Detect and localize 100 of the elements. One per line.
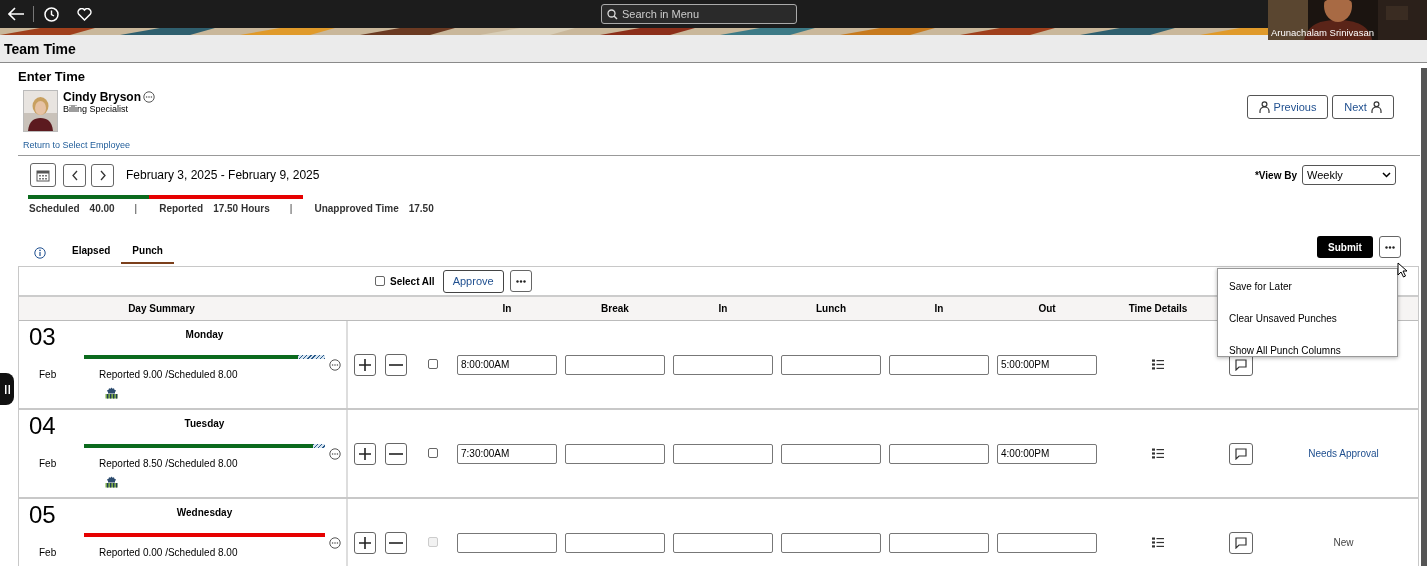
menu-item[interactable]: Clear Unsaved Punches <box>1218 307 1397 329</box>
weekday-label: Monday <box>184 329 225 340</box>
total-label: Reported <box>159 203 204 214</box>
column-header: Break <box>601 303 629 314</box>
month-label: Feb <box>39 458 57 469</box>
column-header: In <box>502 303 512 314</box>
checkbox[interactable] <box>428 358 438 369</box>
calendar-button[interactable] <box>30 163 56 187</box>
time-field[interactable] <box>781 354 881 375</box>
column-header: Time Details <box>1128 303 1188 314</box>
total-label: Scheduled <box>29 203 80 214</box>
page-title: Team Time <box>4 40 76 57</box>
month-label: Feb <box>39 547 57 558</box>
time-field[interactable] <box>565 443 665 464</box>
more-button[interactable] <box>509 270 532 292</box>
calendar-icon <box>36 168 50 182</box>
day-number: 04 <box>29 412 56 440</box>
time-field[interactable] <box>889 354 989 375</box>
time-field[interactable]: 5:00:00PM <box>997 354 1097 375</box>
remove-button[interactable] <box>385 442 407 465</box>
day-number: 03 <box>29 323 56 351</box>
more-icon[interactable] <box>329 358 341 371</box>
plus-icon <box>358 535 372 550</box>
speech-bubble-icon <box>1235 358 1247 371</box>
checkbox[interactable] <box>375 276 385 286</box>
list-icon[interactable] <box>1152 359 1164 370</box>
speech-bubble-icon <box>1235 536 1247 549</box>
search-icon <box>607 9 618 20</box>
hours-summary: Reported 9.00 /Scheduled 8.00 <box>99 369 239 380</box>
tab[interactable]: Elapsed <box>61 241 122 264</box>
scrollbar[interactable] <box>1421 68 1427 566</box>
caret-icon <box>1382 172 1391 178</box>
minus-icon <box>389 452 403 455</box>
job-title: Billing Specialist <box>63 104 130 114</box>
ellipsis-icon <box>515 279 526 283</box>
remove-button[interactable] <box>385 353 407 376</box>
chevron-right-icon <box>98 169 107 181</box>
person-icon <box>1258 101 1270 113</box>
previous-button[interactable]: Previous <box>1247 95 1328 119</box>
time-field[interactable] <box>889 443 989 464</box>
total-value: 40.00 <box>89 203 115 214</box>
submit-button[interactable]: Submit <box>1317 236 1373 258</box>
tab[interactable]: Punch <box>121 241 174 264</box>
add-button[interactable] <box>354 442 376 465</box>
minus-icon <box>389 541 403 544</box>
person-icon <box>1370 101 1382 113</box>
employee-name: Cindy Bryson <box>63 90 141 104</box>
info-icon[interactable] <box>34 246 46 259</box>
back-icon[interactable] <box>8 7 25 21</box>
more-button[interactable] <box>1379 236 1401 258</box>
previous-week-button[interactable] <box>63 163 86 187</box>
time-field[interactable]: 7:30:00AM <box>457 443 557 464</box>
checkbox[interactable] <box>428 447 438 458</box>
search-field[interactable]: Search in Menu <box>601 4 797 24</box>
plus-icon <box>358 357 372 372</box>
ellipsis-icon <box>1385 245 1395 249</box>
chevron-left-icon <box>70 169 79 181</box>
clock-icon[interactable] <box>44 6 59 22</box>
view-by-dropdown[interactable]: Weekly <box>1302 165 1396 185</box>
separator: | <box>134 203 138 214</box>
month-label: Feb <box>39 369 57 380</box>
time-field[interactable]: 4:00:00PM <box>997 443 1097 464</box>
column-header: In <box>934 303 944 314</box>
next-button[interactable]: Next <box>1332 95 1394 119</box>
section-title: Enter Time <box>18 69 86 84</box>
approve-button[interactable]: Approve <box>442 269 504 293</box>
separator: | <box>289 203 293 214</box>
time-field[interactable] <box>565 354 665 375</box>
total-value: 17.50 Hours <box>213 203 270 214</box>
pause-icon <box>4 384 10 394</box>
total-label: Unapproved Time <box>314 203 399 214</box>
hours-summary: Reported 0.00 /Scheduled 8.00 <box>99 547 239 558</box>
more-icon[interactable] <box>329 447 341 460</box>
menu-item[interactable]: Show All Punch Columns <box>1218 339 1397 356</box>
hours-summary: Reported 8.50 /Scheduled 8.00 <box>99 458 239 469</box>
date-range: February 3, 2025 - February 9, 2025 <box>126 168 320 182</box>
plus-icon <box>358 446 372 461</box>
column-header: Lunch <box>816 303 846 314</box>
weekday-label: Tuesday <box>183 418 226 429</box>
add-button[interactable] <box>354 353 376 376</box>
time-field[interactable] <box>673 443 773 464</box>
time-field[interactable] <box>673 354 773 375</box>
side-panel-handle[interactable] <box>0 373 14 405</box>
time-field[interactable] <box>781 443 881 464</box>
status-link[interactable]: Needs Approval <box>1308 448 1379 459</box>
return-link[interactable]: Return to Select Employee <box>23 140 155 150</box>
day-number: 05 <box>29 501 56 529</box>
list-icon[interactable] <box>1152 448 1164 459</box>
speech-bubble-icon <box>1235 447 1247 460</box>
heart-icon[interactable] <box>77 7 92 21</box>
time-field[interactable]: 8:00:00AM <box>457 354 557 375</box>
menu-item[interactable]: Save for Later <box>1218 275 1397 297</box>
checkbox-label: Select All <box>390 275 435 287</box>
column-header: Day Summary <box>128 303 195 314</box>
more-icon[interactable] <box>143 91 155 103</box>
next-week-button[interactable] <box>91 163 114 187</box>
comment-button[interactable] <box>1229 442 1253 465</box>
column-header: In <box>718 303 728 314</box>
minus-icon <box>389 363 403 366</box>
column-header: Out <box>1038 303 1056 314</box>
